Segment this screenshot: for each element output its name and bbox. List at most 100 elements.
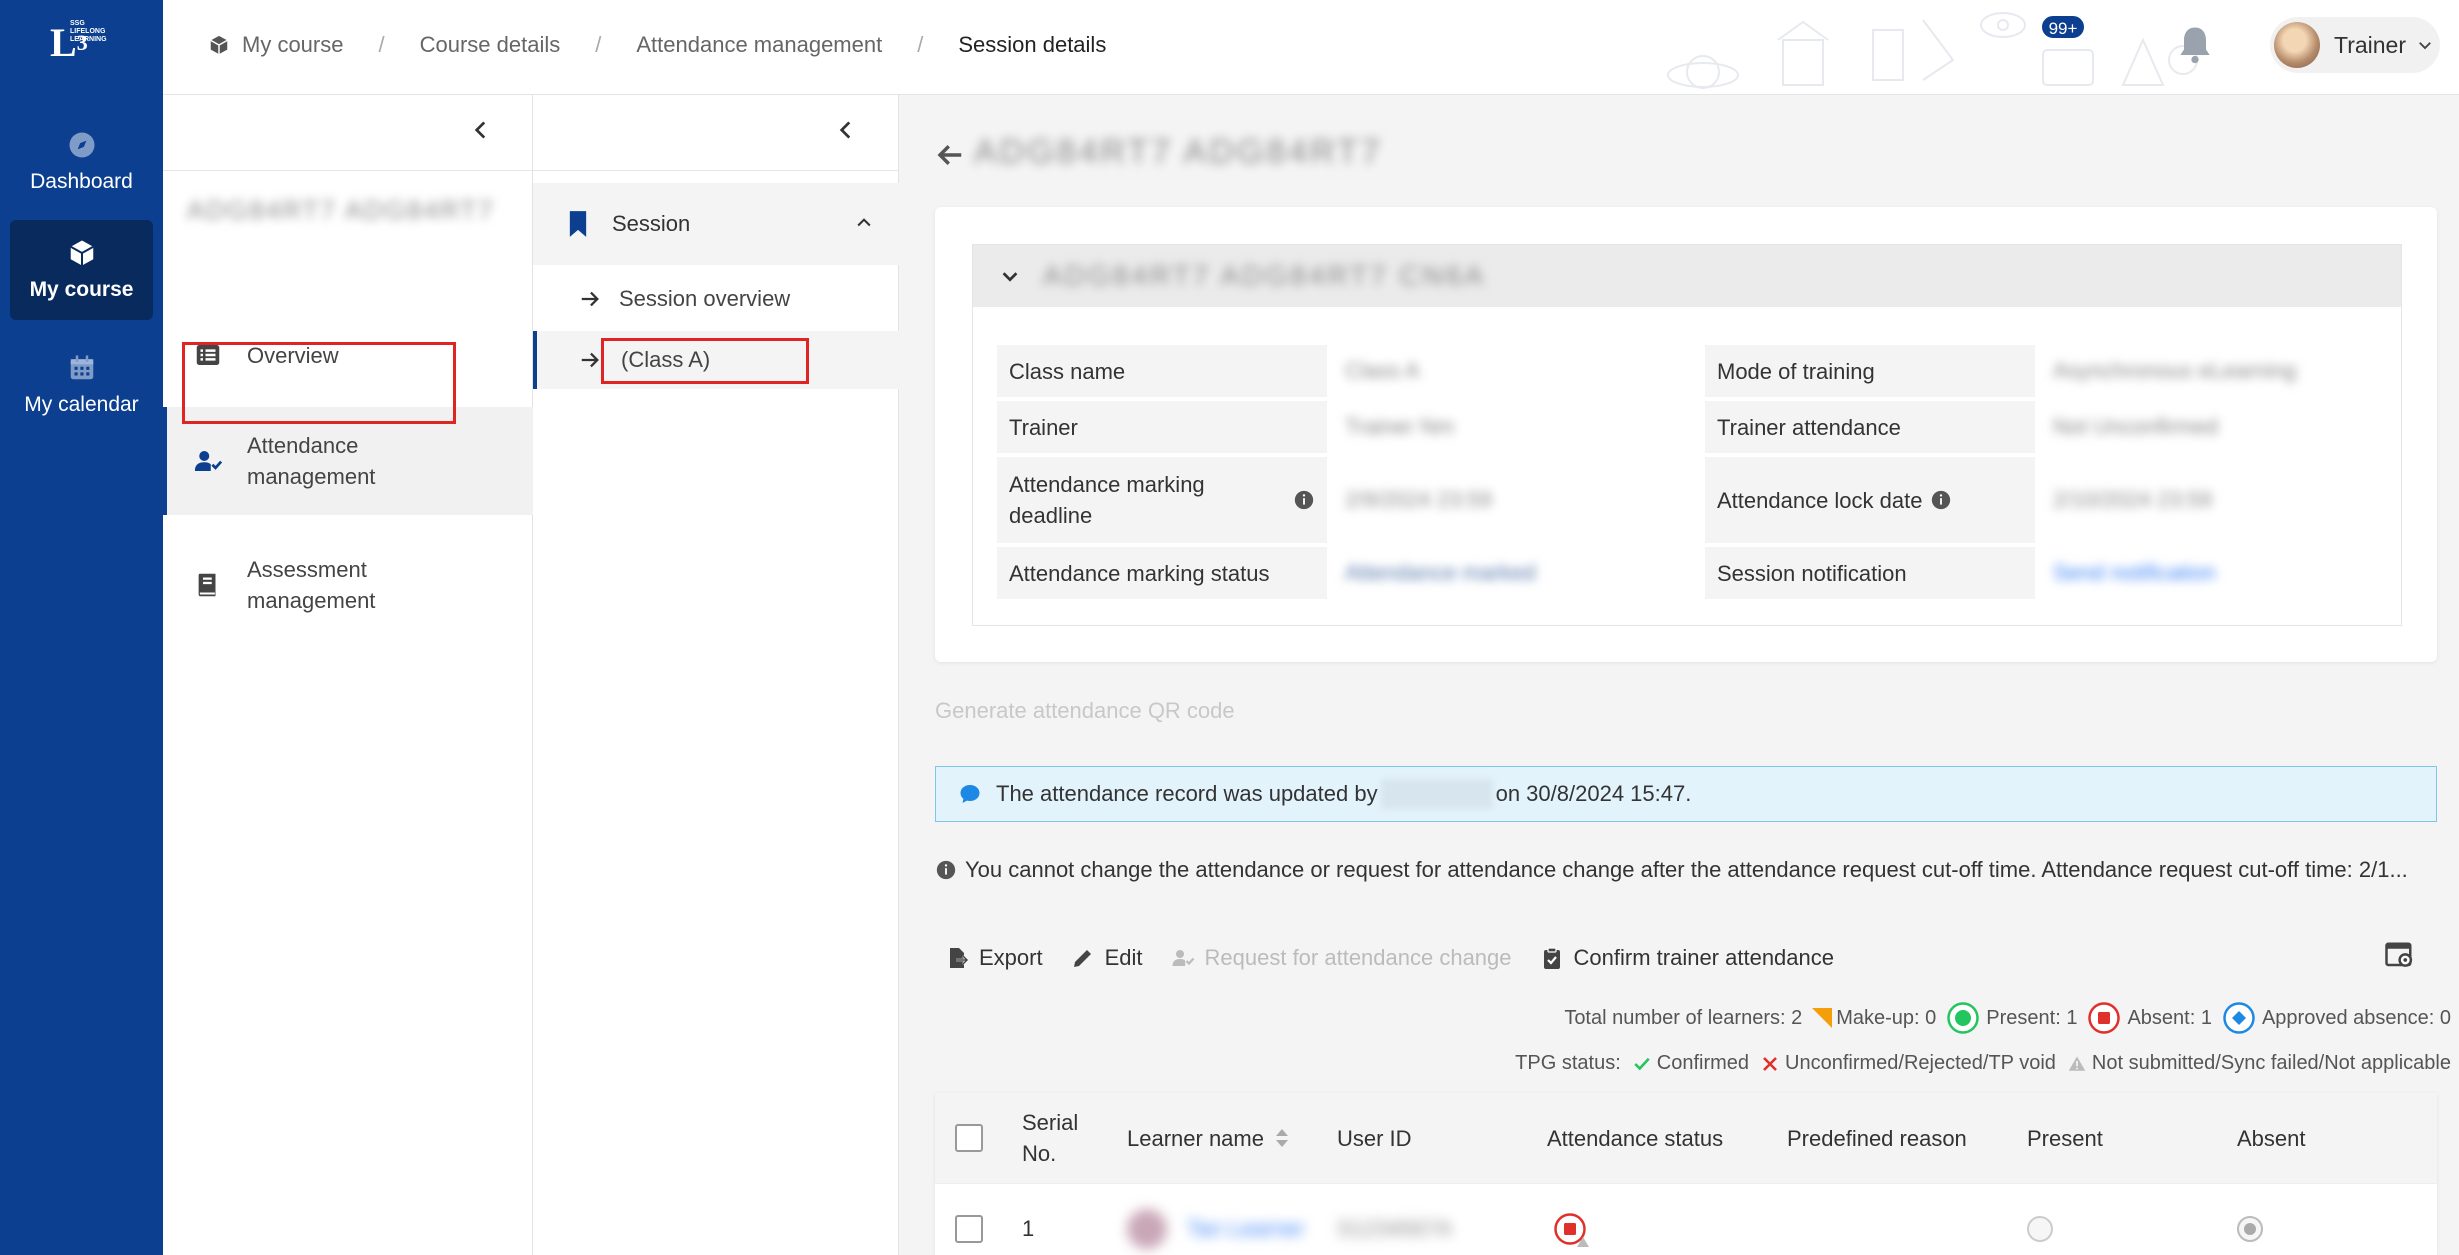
present-stat: Present: 1	[1946, 1001, 2077, 1035]
warning-triangle-icon	[2068, 1056, 2086, 1071]
trainer-attendance-label: Trainer attendance	[1705, 401, 2035, 453]
export-button[interactable]: Export	[935, 945, 1043, 971]
header-decoration-icon	[1667, 12, 2198, 89]
session-overview-label: Session overview	[619, 286, 791, 311]
update-alert: The attendance record was updated by on …	[935, 766, 2437, 822]
col-learner-name[interactable]: Learner name	[1127, 1093, 1290, 1183]
user-check-icon	[1172, 950, 1194, 966]
export-label: Export	[979, 945, 1043, 970]
col-user-id-label: User ID	[1337, 1125, 1412, 1151]
class-name-label: Class name	[997, 345, 1327, 397]
nav-my-calendar[interactable]: My calendar	[10, 335, 153, 435]
menu-assessment-management[interactable]: Assessment management	[163, 535, 533, 635]
breadcrumb-attendance-management[interactable]: / Attendance management	[560, 32, 882, 58]
app-logo[interactable]: L3 SSG LIFELONG LEARNING	[50, 18, 110, 68]
nav-dashboard-label: Dashboard	[30, 170, 133, 193]
menu-assessment-label: Assessment management	[247, 557, 376, 613]
select-all-checkbox[interactable]	[955, 1124, 983, 1152]
collapse-title: ADG84RT7 ADG84RT7 CN6A	[1043, 260, 1487, 291]
session-class-a-link[interactable]: (Class A)	[533, 331, 899, 389]
chevron-up-icon	[857, 218, 871, 227]
user-name: Trainer	[2334, 31, 2406, 58]
breadcrumb-label: Attendance management	[636, 32, 883, 57]
breadcrumb-label: Course details	[419, 32, 561, 57]
menu-attendance-management[interactable]: Attendance management	[163, 407, 533, 515]
info-row: Trainer Trainer Nm Trainer attendance No…	[997, 401, 2413, 453]
check-icon	[1634, 1057, 1650, 1070]
row-user-id: S1234567A	[1337, 1216, 1452, 1241]
info-icon[interactable]	[1930, 489, 1952, 511]
trainer-value: Trainer Nm	[1345, 414, 1455, 439]
row-learner[interactable]: Tan Learner	[1127, 1184, 1304, 1255]
status-value: Attendance marked	[1345, 560, 1536, 585]
attendance-toolbar: Export Edit Request for attendance chang…	[935, 938, 1862, 978]
collapse-left-icon[interactable]	[468, 117, 494, 143]
row-absent-cell	[2237, 1184, 2263, 1255]
session-notification-label: Session notification	[1705, 547, 2035, 599]
nav-my-course[interactable]: My course	[10, 220, 153, 320]
col-predefined-reason-label: Predefined reason	[1787, 1125, 1967, 1151]
course-name: ADG84RT7 ADG84RT7	[187, 195, 495, 225]
bookmark-icon	[569, 211, 587, 237]
divider	[163, 170, 533, 171]
row-checkbox[interactable]	[955, 1215, 983, 1243]
session-overview-link[interactable]: Session overview	[533, 270, 899, 328]
table-settings-icon[interactable]	[2384, 940, 2414, 970]
row-attendance-status	[1553, 1184, 1591, 1255]
tpg-confirmed: Confirmed	[1633, 1052, 1749, 1075]
approved-count: Approved absence: 0	[2261, 1006, 2451, 1029]
avatar	[2274, 22, 2320, 68]
absent-count: Absent: 1	[2127, 1006, 2212, 1029]
nav-my-course-label: My course	[29, 278, 134, 301]
user-check-icon	[194, 451, 223, 471]
tpg-not-submitted-label: Not submitted/Sync failed/Not applicable	[2091, 1052, 2451, 1074]
cutoff-warning: You cannot change the attendance or requ…	[935, 857, 2445, 883]
cutoff-warning-text: You cannot change the attendance or requ…	[965, 857, 2408, 882]
col-attendance-status: Attendance status	[1547, 1093, 1723, 1183]
present-circle-icon	[1947, 1002, 1980, 1034]
session-section-toggle[interactable]: Session	[533, 183, 899, 265]
top-header: My course / Course details / Attendance ma…	[163, 0, 2459, 95]
breadcrumb-course-details[interactable]: / Course details	[343, 32, 560, 58]
session-notification-link[interactable]: Send notification	[2035, 547, 2413, 599]
edit-button[interactable]: Edit	[1071, 945, 1143, 971]
tpg-label: TPG status:	[1515, 1052, 1621, 1074]
present-radio[interactable]	[2027, 1216, 2053, 1242]
col-absent: Absent	[2237, 1093, 2306, 1183]
tpg-confirmed-label: Confirmed	[1656, 1052, 1750, 1074]
breadcrumb-my-course[interactable]: My course	[208, 32, 343, 58]
makeup-count: Make-up: 0	[1836, 1006, 1937, 1029]
collapse-left-icon[interactable]	[833, 117, 859, 143]
generate-qr-link[interactable]: Generate attendance QR code	[935, 698, 1235, 724]
arrow-left-icon[interactable]	[935, 140, 965, 170]
confirm-trainer-attendance-button[interactable]: Confirm trainer attendance	[1540, 945, 1834, 971]
info-icon	[936, 860, 956, 880]
session-info-collapse[interactable]: ADG84RT7 ADG84RT7 CN6A	[973, 245, 2401, 307]
absent-radio[interactable]	[2237, 1216, 2263, 1242]
lock-date-label: Attendance lock date	[1717, 487, 1923, 513]
menu-overview-label: Overview	[247, 342, 339, 368]
mode-value: Asynchronous eLearning	[2053, 358, 2297, 383]
request-attendance-change-button[interactable]: Request for attendance change	[1171, 945, 1512, 971]
nav-dashboard[interactable]: Dashboard	[10, 112, 153, 212]
select-all-cell	[955, 1093, 983, 1183]
main-content: ADG84RT7 ADG84RT7 ADG84RT7 ADG84RT7 CN6A…	[899, 95, 2459, 1255]
lock-date-value: 2/10/2024 23:59	[2053, 487, 2213, 512]
info-icon[interactable]	[1293, 489, 1315, 511]
info-row: Attendance marking status Attendance mar…	[997, 547, 2413, 599]
sort-icon[interactable]	[1274, 1127, 1290, 1149]
user-menu[interactable]: Trainer	[2270, 17, 2440, 73]
bell-icon[interactable]	[2173, 22, 2217, 66]
breadcrumb-label: Session details	[958, 32, 1107, 57]
arrow-right-icon	[581, 291, 599, 307]
cube-icon	[210, 35, 228, 55]
alert-text-before: The attendance record was updated by	[996, 781, 1378, 806]
nav-my-calendar-label: My calendar	[24, 393, 139, 416]
arrow-right-icon	[581, 352, 599, 368]
col-absent-label: Absent	[2237, 1125, 2306, 1151]
menu-overview[interactable]: Overview	[163, 325, 533, 385]
trainer-attendance-value: Not Unconfirmed	[2053, 414, 2219, 439]
col-present: Present	[2027, 1093, 2103, 1183]
chevron-down-icon	[2419, 42, 2431, 50]
compass-icon	[69, 132, 94, 158]
